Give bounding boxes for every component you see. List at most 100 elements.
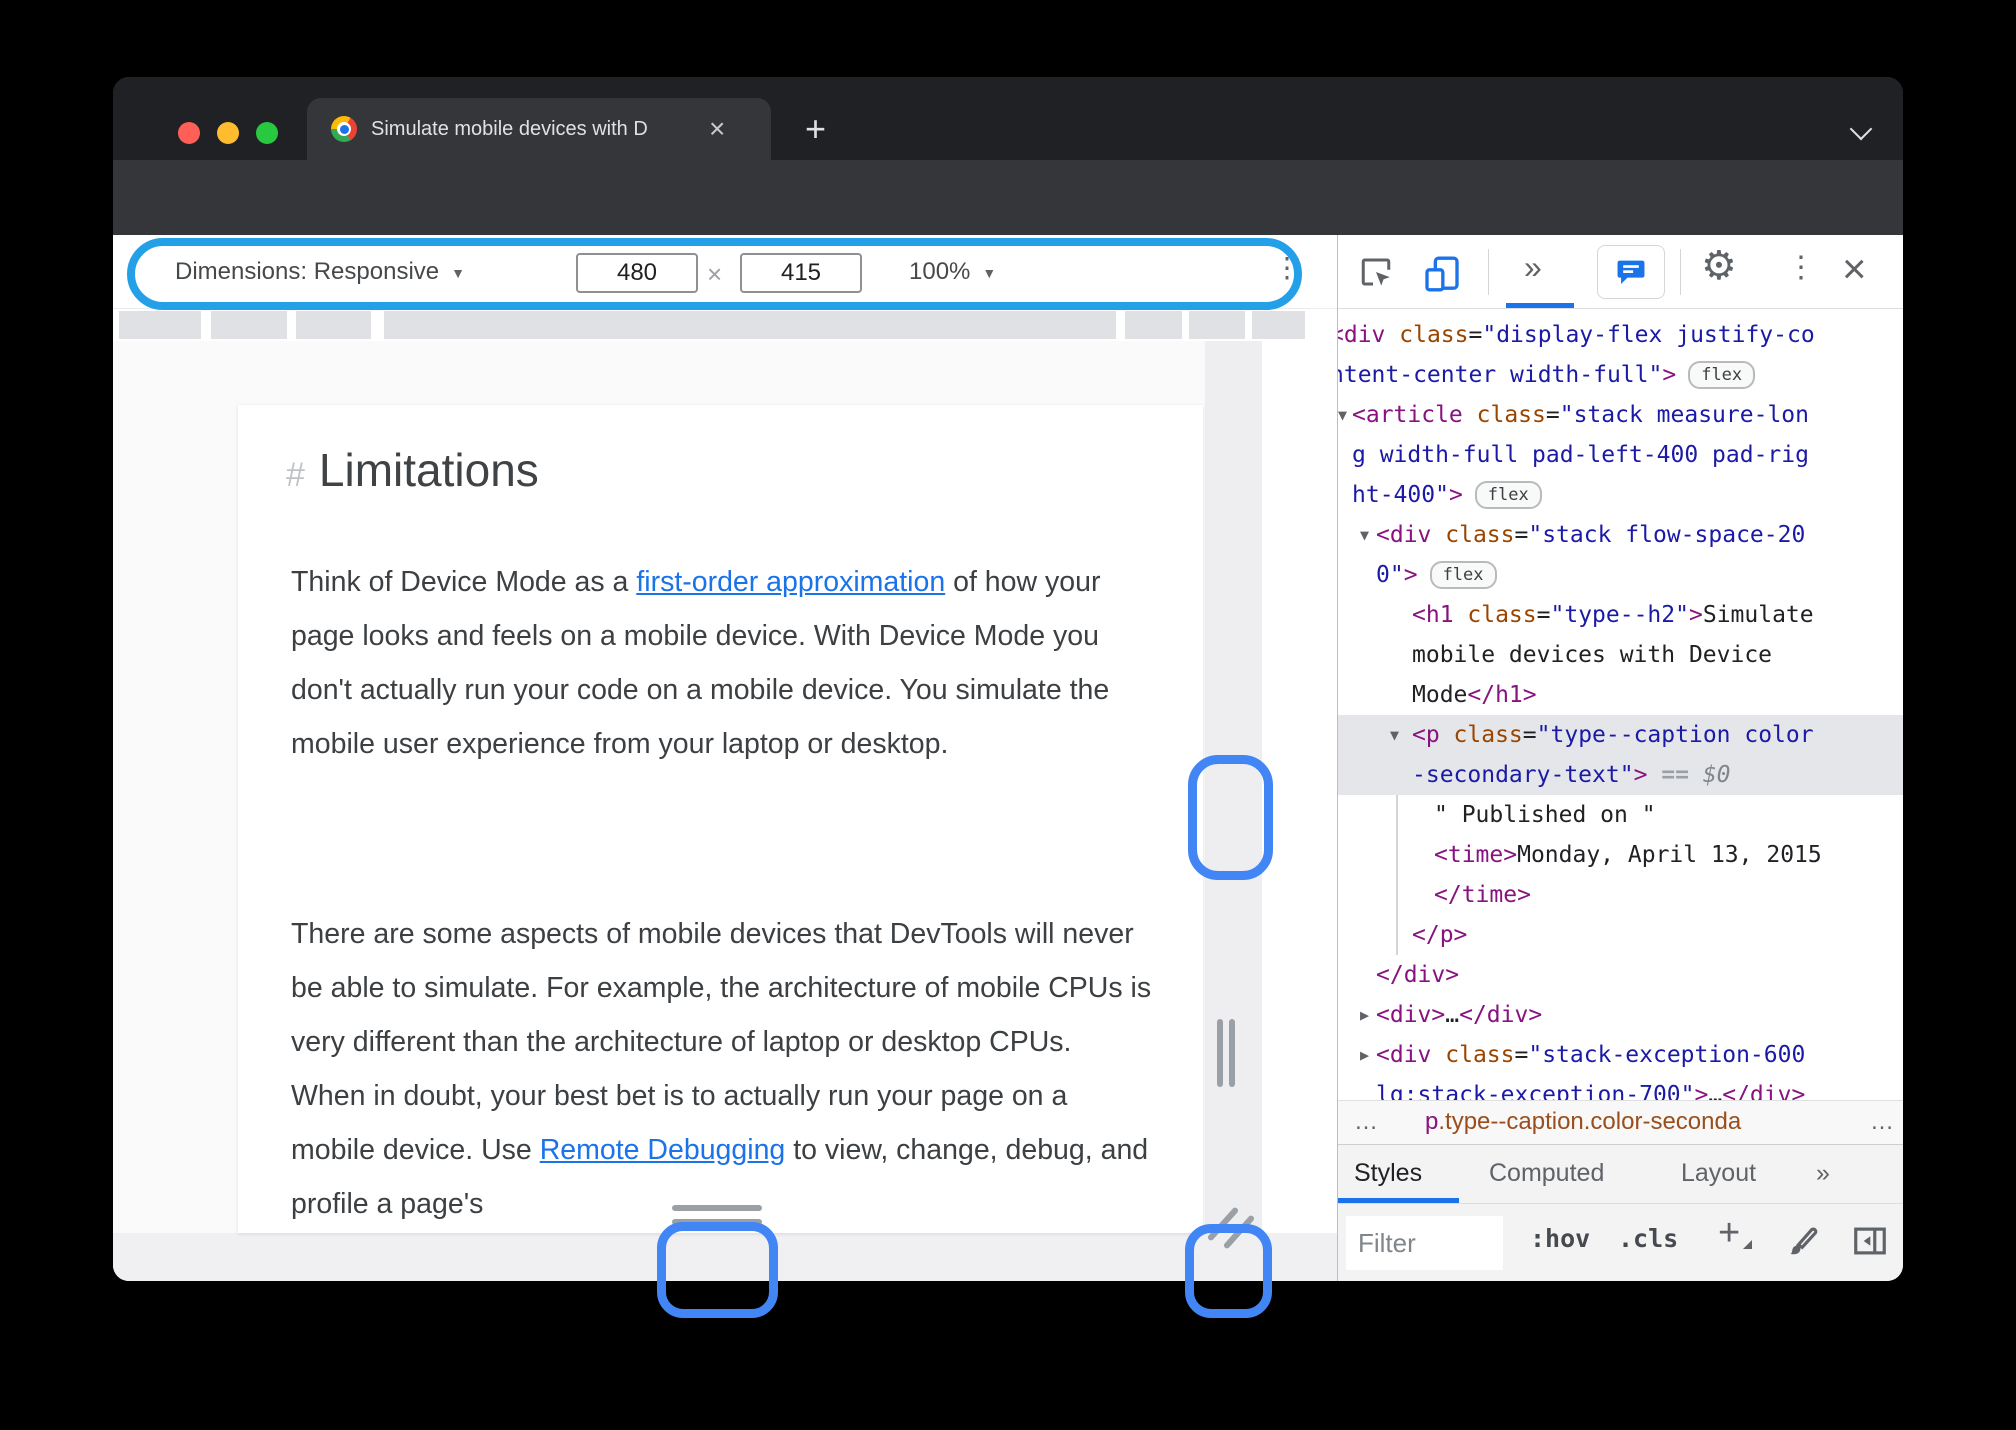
right-resize-handle[interactable] <box>1217 1019 1223 1087</box>
code-token: Monday, April 13, 2015 <box>1517 842 1822 868</box>
toggle-hover-state-button[interactable]: :hov <box>1530 1224 1590 1253</box>
feedback-button[interactable] <box>1597 245 1665 299</box>
bottom-resize-handle[interactable] <box>672 1205 762 1211</box>
ruler-segment[interactable] <box>119 311 201 339</box>
tab-close-icon[interactable]: × <box>709 115 725 143</box>
new-tab-button[interactable]: + <box>805 111 826 147</box>
zoom-value: 100% <box>909 258 971 285</box>
device-toolbar-menu-icon[interactable]: ⋮ <box>1273 251 1301 284</box>
toggle-sidebar-icon[interactable] <box>1851 1222 1889 1265</box>
code-token: </time> <box>1434 882 1531 908</box>
elements-tree-row[interactable]: ntent-center width-full"> flex <box>1338 355 1903 395</box>
collapse-arrow-icon[interactable]: ▼ <box>1338 395 1347 435</box>
code-token: … <box>1445 1002 1460 1028</box>
chevron-down-icon[interactable] <box>1849 117 1873 141</box>
elements-tree-row[interactable]: -secondary-text"> == $0 <box>1338 755 1903 795</box>
elements-tree-row[interactable]: " Published on " <box>1338 795 1903 835</box>
breadcrumb-selected-node[interactable]: p.type--caption.color-seconda <box>1425 1101 1741 1143</box>
link-first-order-approximation[interactable]: first-order approximation <box>636 566 945 598</box>
collapse-arrow-icon[interactable]: ▼ <box>1390 715 1399 755</box>
macos-fullscreen-button[interactable] <box>256 122 278 144</box>
code-token: class <box>1399 322 1469 348</box>
viewport-resize-gutter-right[interactable] <box>1205 341 1262 1281</box>
ruler-segment[interactable] <box>1252 311 1305 339</box>
paragraph-text: Think of Device Mode as a <box>291 566 637 598</box>
tab-styles[interactable]: Styles <box>1354 1159 1422 1188</box>
ruler-segment[interactable] <box>296 311 371 339</box>
elements-tree-row[interactable]: <h1 class="type--h2">Simulate <box>1338 595 1903 635</box>
elements-tree-row[interactable]: </time> <box>1338 875 1903 915</box>
ruler-segment[interactable] <box>1189 311 1245 339</box>
viewport-resize-gutter-bottom[interactable] <box>113 1233 1337 1281</box>
code-token: "type--h2" <box>1550 602 1689 628</box>
styles-filter-bar: :hov .cls + <box>1338 1203 1903 1281</box>
elements-tree-row[interactable]: <div class="display-flex justify-co <box>1338 315 1903 355</box>
tab-computed[interactable]: Computed <box>1489 1159 1604 1188</box>
elements-tree-row[interactable]: g width-full pad-left-400 pad-rig <box>1338 435 1903 475</box>
tab-title: Simulate mobile devices with D <box>371 117 648 140</box>
devtools-panel: » ⚙ ⋮ × <div class="display-flex justify… <box>1337 235 1903 1281</box>
collapse-arrow-icon[interactable]: ▼ <box>1360 515 1369 555</box>
elements-tree-row[interactable]: ▶ <div class="stack-exception-600 <box>1338 1035 1903 1075</box>
styles-filter-input[interactable] <box>1346 1216 1503 1270</box>
viewport-height-input[interactable] <box>740 253 862 293</box>
code-token: lg:stack-exception-700" <box>1376 1082 1695 1100</box>
dimensions-select[interactable]: Dimensions: Responsive ▼ <box>175 258 465 286</box>
code-token: == <box>1647 762 1703 788</box>
code-token: "type--caption color <box>1536 722 1814 748</box>
breadcrumb-overflow-right[interactable]: … <box>1870 1101 1896 1143</box>
code-token: = <box>1514 1042 1529 1068</box>
more-tabs-chevron[interactable]: » <box>1816 1159 1830 1188</box>
code-token: … <box>1708 1082 1723 1100</box>
heading-anchor-hash[interactable]: # <box>286 456 305 495</box>
code-token: </div> <box>1376 962 1460 988</box>
right-resize-handle[interactable] <box>1229 1019 1235 1087</box>
devtools-close-icon[interactable]: × <box>1842 245 1867 293</box>
code-token: <article <box>1352 402 1477 428</box>
elements-tree-row[interactable]: ht-400"> flex <box>1338 475 1903 515</box>
code-token: class <box>1467 602 1537 628</box>
elements-tree-row[interactable]: </p> <box>1338 915 1903 955</box>
device-toolbar-icon[interactable] <box>1422 254 1462 299</box>
elements-tree-row[interactable]: ▶ <div>…</div> <box>1338 995 1903 1035</box>
more-panels-chevron[interactable]: » <box>1524 249 1542 286</box>
elements-tree-row[interactable]: Mode</h1> <box>1338 675 1903 715</box>
elements-tree-row[interactable]: ▼ <p class="type--caption color <box>1338 715 1903 755</box>
caret-down-icon: ▼ <box>982 264 997 281</box>
breadcrumb-overflow-left[interactable]: … <box>1354 1101 1380 1143</box>
ruler-segment[interactable] <box>1125 311 1182 339</box>
expand-arrow-icon[interactable]: ▶ <box>1360 1035 1369 1075</box>
flex-badge[interactable]: flex <box>1688 361 1756 389</box>
heading-text: Limitations <box>318 444 539 496</box>
code-token: </p> <box>1412 922 1468 948</box>
flex-badge[interactable]: flex <box>1474 481 1542 509</box>
elements-breadcrumb: … p.type--caption.color-seconda … <box>1338 1100 1903 1144</box>
devtools-menu-icon[interactable]: ⋮ <box>1786 250 1816 285</box>
tab-layout[interactable]: Layout <box>1681 1159 1756 1188</box>
inspect-element-icon[interactable] <box>1358 254 1394 295</box>
macos-close-button[interactable] <box>178 122 200 144</box>
ruler-segment[interactable] <box>211 311 287 339</box>
zoom-select[interactable]: 100% ▼ <box>909 258 996 286</box>
settings-gear-icon[interactable]: ⚙ <box>1701 243 1737 289</box>
code-token: 0" <box>1376 562 1404 588</box>
elements-tree-row[interactable]: </div> <box>1338 955 1903 995</box>
elements-tree-row[interactable]: ▼ <div class="stack flow-space-20 <box>1338 515 1903 555</box>
new-style-rule-button[interactable]: + <box>1718 1212 1753 1255</box>
elements-tree-row[interactable]: <time>Monday, April 13, 2015 <box>1338 835 1903 875</box>
elements-tree-row[interactable]: ▼ <article class="stack measure-lon <box>1338 395 1903 435</box>
toggle-classes-button[interactable]: .cls <box>1618 1224 1678 1253</box>
macos-minimize-button[interactable] <box>217 122 239 144</box>
rendering-brush-icon[interactable] <box>1784 1222 1822 1265</box>
elements-tree-row[interactable]: lg:stack-exception-700">…</div> <box>1338 1075 1903 1100</box>
bottom-resize-handle[interactable] <box>672 1219 762 1225</box>
link-remote-debugging[interactable]: Remote Debugging <box>540 1134 786 1166</box>
code-token: <h1 <box>1412 602 1468 628</box>
elements-tree-row[interactable]: mobile devices with Device <box>1338 635 1903 675</box>
ruler-segment[interactable] <box>384 311 1116 339</box>
elements-tree-row[interactable]: 0"> flex <box>1338 555 1903 595</box>
browser-tab[interactable]: Simulate mobile devices with D × <box>307 98 771 160</box>
viewport-width-input[interactable] <box>576 253 698 293</box>
expand-arrow-icon[interactable]: ▶ <box>1360 995 1369 1035</box>
flex-badge[interactable]: flex <box>1429 561 1497 589</box>
